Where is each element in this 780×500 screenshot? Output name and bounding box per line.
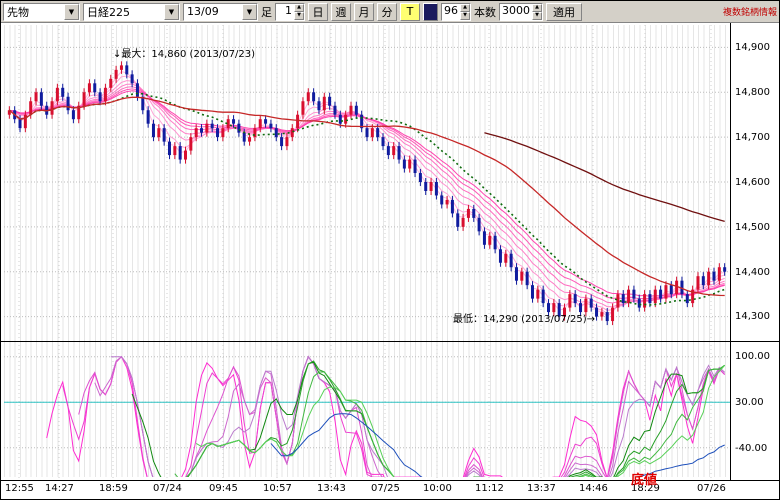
y-axis-label: 14,900 <box>735 42 770 53</box>
x-axis-label: 13:37 <box>527 483 556 494</box>
toolbar: 先物 ▼ 日経225 ▼ 13/09 ▼ 足 1 ▲▼ 日 週 月 分 T 96… <box>1 1 779 23</box>
y-axis-label: 14,800 <box>735 87 770 98</box>
indicator-y-axis-label: 30.00 <box>735 397 764 408</box>
y-axis-label: 14,300 <box>735 311 770 322</box>
x-axis-label: 07/25 <box>371 483 400 494</box>
corner-info-text: 複数銘柄情報 <box>723 5 777 18</box>
bars-label: 本数 <box>474 4 496 20</box>
x-axis-label: 09:45 <box>209 483 238 494</box>
chevron-down-icon[interactable]: ▼ <box>64 4 79 20</box>
contract-select-value: 13/09 <box>184 5 242 18</box>
x-axis-label: 11:12 <box>475 483 504 494</box>
tick-count-value: 96 <box>442 4 460 20</box>
y-axis-label: 14,400 <box>735 267 770 278</box>
period-button-minute[interactable]: 分 <box>377 3 397 21</box>
instrument-select[interactable]: 先物 ▼ <box>3 3 80 21</box>
tick-color-box[interactable] <box>423 3 438 21</box>
spinner-down-icon[interactable]: ▼ <box>532 12 542 20</box>
spinner-up-icon[interactable]: ▲ <box>532 4 542 12</box>
price-chart[interactable] <box>1 23 779 499</box>
y-axis-label: 14,700 <box>735 132 770 143</box>
period-button-day[interactable]: 日 <box>308 3 328 21</box>
x-axis-label: 10:00 <box>423 483 452 494</box>
x-axis-label: 13:43 <box>317 483 346 494</box>
period-button-month[interactable]: 月 <box>354 3 374 21</box>
bars-count-spinner[interactable]: 3000 ▲▼ <box>499 3 543 21</box>
y-axis-label: 14,600 <box>735 177 770 188</box>
chevron-down-icon[interactable]: ▼ <box>164 4 179 20</box>
min-annotation: 最低：14,290 (2013/07/25)→ <box>453 310 595 325</box>
x-axis-label: 14:46 <box>579 483 608 494</box>
chart-area: 14,900 14,800 14,700 14,600 14,500 14,40… <box>1 23 779 499</box>
tick-count-spinner[interactable]: 96 ▲▼ <box>441 3 471 21</box>
symbol-select[interactable]: 日経225 ▼ <box>83 3 180 21</box>
x-axis-label: 07/24 <box>153 483 182 494</box>
x-axis-label: 18:59 <box>99 483 128 494</box>
x-axis: 12:55 14:27 18:59 07/24 09:45 10:57 13:4… <box>1 482 779 498</box>
instrument-select-value: 先物 <box>4 4 64 20</box>
period-button-week[interactable]: 週 <box>331 3 351 21</box>
x-axis-label: 14:27 <box>45 483 74 494</box>
interval-value: 1 <box>276 4 294 20</box>
spinner-down-icon[interactable]: ▼ <box>460 12 470 20</box>
x-axis-label: 10:57 <box>263 483 292 494</box>
bars-count-value: 3000 <box>500 4 532 20</box>
chevron-down-icon[interactable]: ▼ <box>242 4 257 20</box>
chart-window: 先物 ▼ 日経225 ▼ 13/09 ▼ 足 1 ▲▼ 日 週 月 分 T 96… <box>0 0 780 500</box>
indicator-y-axis-label: -40.00 <box>735 443 767 454</box>
max-annotation: ↓最大：14,860 (2013/07/23) <box>113 45 255 60</box>
spinner-down-icon[interactable]: ▼ <box>294 12 304 20</box>
interval-spinner[interactable]: 1 ▲▼ <box>275 3 305 21</box>
symbol-select-value: 日経225 <box>84 4 164 20</box>
indicator-y-axis-label: 100.00 <box>735 351 770 362</box>
spinner-up-icon[interactable]: ▲ <box>460 4 470 12</box>
y-axis-label: 14,500 <box>735 222 770 233</box>
x-axis-label: 07/26 <box>697 483 726 494</box>
tick-button[interactable]: T <box>400 3 420 21</box>
spinner-up-icon[interactable]: ▲ <box>294 4 304 12</box>
bar-type-label: 足 <box>261 4 272 20</box>
x-axis-label: 12:55 <box>5 483 34 494</box>
contract-select[interactable]: 13/09 ▼ <box>183 3 258 21</box>
apply-button[interactable]: 適用 <box>546 3 582 21</box>
bottom-price-annotation: 底値 <box>631 469 657 488</box>
